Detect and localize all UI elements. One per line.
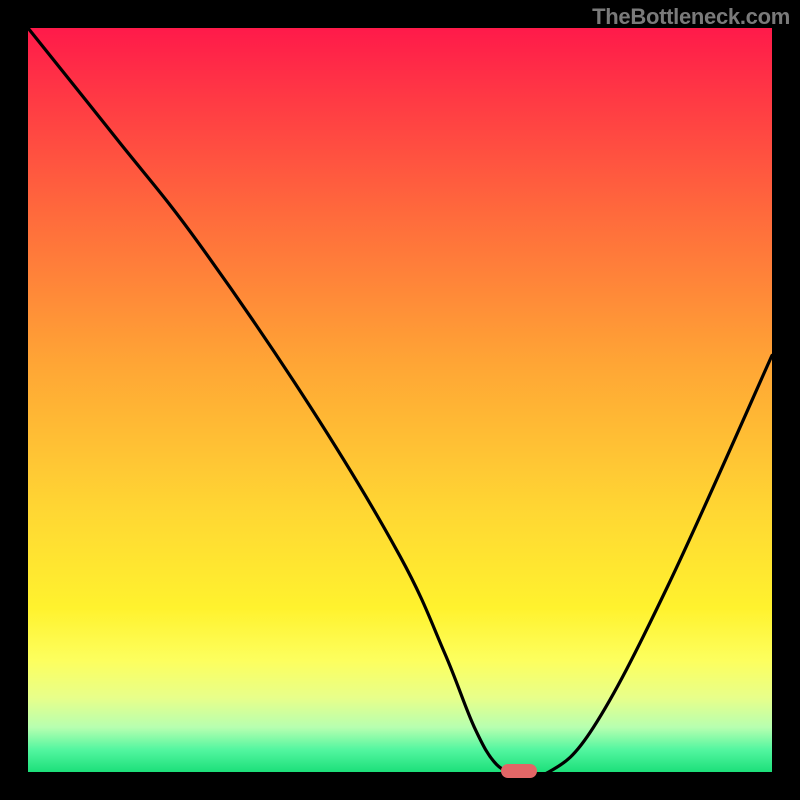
watermark-text: TheBottleneck.com [592, 4, 790, 30]
optimal-marker [501, 764, 537, 778]
chart-frame: TheBottleneck.com [0, 0, 800, 800]
bottleneck-curve [28, 28, 772, 776]
curve-layer [0, 0, 800, 800]
